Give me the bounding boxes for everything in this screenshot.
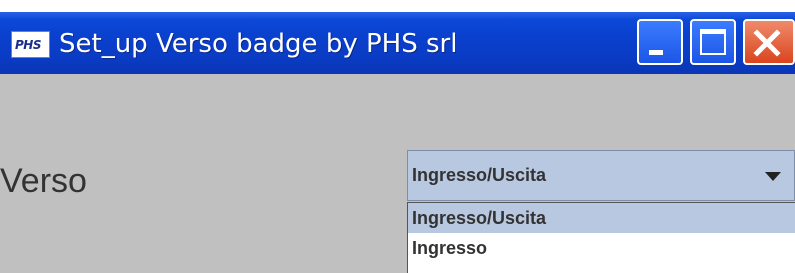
dropdown-option-ingresso-uscita[interactable]: Ingresso/Uscita <box>408 203 795 233</box>
minimize-button[interactable] <box>637 19 683 65</box>
maximize-icon <box>700 29 726 55</box>
chevron-down-icon[interactable] <box>765 172 781 181</box>
close-icon <box>753 29 781 57</box>
close-button[interactable] <box>743 19 795 65</box>
app-window: PHS Set_up Verso badge by PHS srl Verso … <box>0 12 795 273</box>
maximize-button[interactable] <box>690 19 736 65</box>
dropdown-option-ingresso[interactable]: Ingresso <box>408 233 795 263</box>
verso-label: Verso <box>0 162 87 200</box>
title-bar[interactable]: PHS Set_up Verso badge by PHS srl <box>0 12 795 74</box>
minimize-icon <box>649 50 663 55</box>
verso-select-value: Ingresso/Uscita <box>412 165 547 185</box>
app-logo-icon[interactable]: PHS <box>11 31 50 58</box>
window-title: Set_up Verso badge by PHS srl <box>59 29 458 59</box>
verso-dropdown-list: Ingresso/Uscita Ingresso <box>407 202 795 273</box>
app-logo-text: PHS <box>15 38 41 52</box>
verso-select[interactable]: Ingresso/Uscita <box>407 150 795 201</box>
